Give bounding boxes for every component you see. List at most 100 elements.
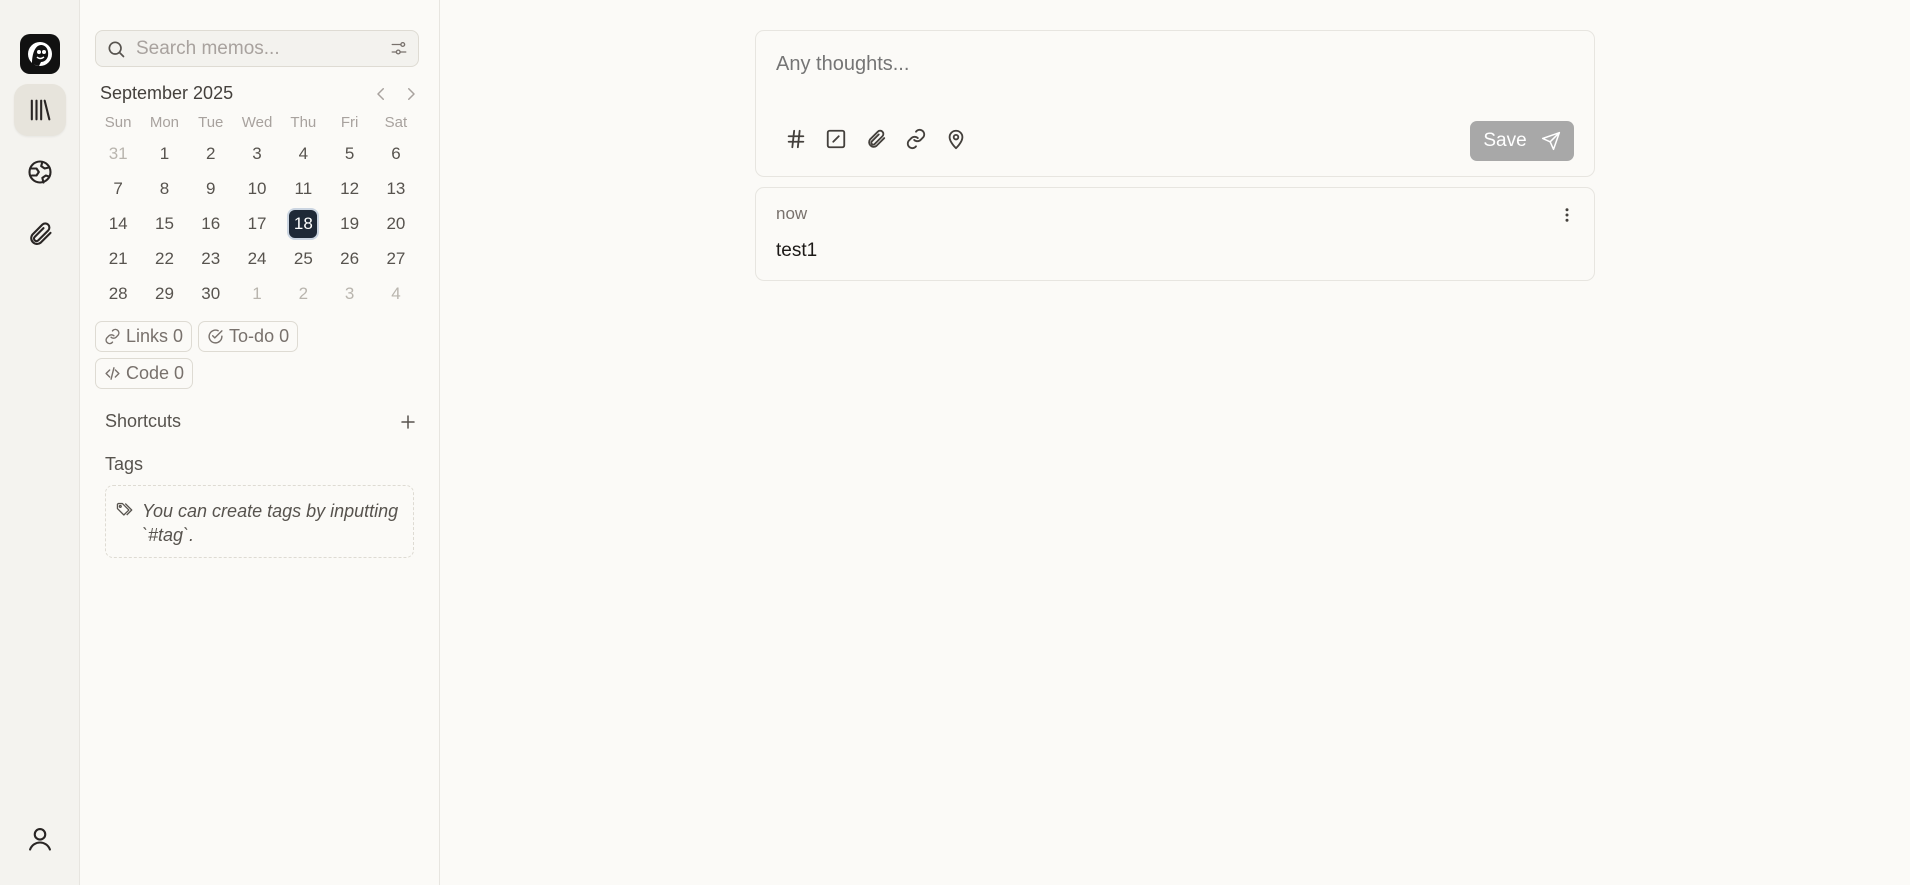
calendar-day[interactable]: 30 — [188, 276, 234, 311]
calendar-day[interactable]: 16 — [188, 206, 234, 241]
calendar-day[interactable]: 26 — [326, 241, 372, 276]
memo-timestamp: now — [776, 204, 808, 223]
link-icon — [906, 128, 926, 150]
calendar-day[interactable]: 15 — [141, 206, 187, 241]
calendar-nav — [372, 85, 420, 103]
calendar-day[interactable]: 13 — [373, 171, 419, 206]
calendar-day[interactable]: 12 — [326, 171, 372, 206]
calendar-day[interactable]: 5 — [326, 136, 372, 171]
memo-more-button[interactable] — [1558, 206, 1576, 224]
calendar-day[interactable]: 23 — [188, 241, 234, 276]
calendar-day[interactable]: 9 — [188, 171, 234, 206]
editor-toolbar — [784, 127, 968, 151]
calendar-day[interactable]: 4 — [373, 276, 419, 311]
weekday-label: Tue — [198, 113, 224, 131]
check-circle-icon — [208, 329, 223, 344]
location-button[interactable] — [944, 127, 968, 151]
memos-logo[interactable] — [19, 34, 60, 74]
logo-icon — [27, 42, 52, 66]
calendar-day[interactable]: 14 — [95, 206, 141, 241]
calendar-day-selected[interactable]: 18 — [280, 206, 326, 241]
weekday-label: Mon — [149, 113, 180, 131]
nav-home[interactable] — [13, 84, 66, 136]
search-icon — [108, 41, 125, 57]
rail-bottom — [0, 813, 80, 865]
globe-icon — [27, 160, 52, 184]
calendar-day[interactable]: 17 — [234, 206, 280, 241]
memo-content: test1 — [776, 240, 818, 261]
plus-icon — [401, 414, 415, 429]
user-menu-button[interactable] — [14, 813, 66, 865]
tags-icon — [116, 502, 133, 516]
selected-day-label: 18 — [289, 209, 318, 238]
calendar-day[interactable]: 10 — [234, 171, 280, 206]
checkbox-button[interactable] — [824, 127, 848, 151]
calendar-day[interactable]: 3 — [326, 276, 372, 311]
app-root: September 2025 Sun Mon Tue Wed Thu Fri S… — [0, 0, 1910, 885]
calendar-day[interactable]: 19 — [326, 206, 372, 241]
filter-settings-icon[interactable] — [390, 40, 408, 58]
memo-input[interactable] — [776, 53, 1476, 76]
save-button[interactable]: Save — [1470, 121, 1574, 161]
calendar-day[interactable]: 28 — [95, 276, 141, 311]
links-count: Links 0 — [126, 326, 184, 346]
calendar-day[interactable]: 25 — [280, 241, 326, 276]
paperclip-icon — [868, 129, 886, 148]
calendar-day[interactable]: 20 — [373, 206, 419, 241]
nav-resources[interactable] — [14, 208, 66, 260]
shortcuts-header: Shortcuts — [95, 411, 425, 432]
chevron-right-icon[interactable] — [402, 85, 420, 103]
weekday-label: Fri — [340, 113, 359, 131]
calendar-day[interactable]: 11 — [280, 171, 326, 206]
save-button-label: Save — [1483, 130, 1527, 151]
calendar-header: September 2025 — [95, 83, 425, 104]
calendar-day[interactable]: 1 — [234, 276, 280, 311]
shortcuts-title: Shortcuts — [105, 411, 182, 431]
tags-empty-hint: You can create tags by inputting `#tag`. — [105, 485, 414, 558]
square-slash-icon — [826, 129, 846, 149]
calendar-day[interactable]: 8 — [141, 171, 187, 206]
attach-button[interactable] — [864, 127, 888, 151]
paperclip-icon — [29, 222, 52, 245]
hash-icon — [787, 129, 805, 149]
search-input[interactable] — [136, 37, 390, 60]
tag-button[interactable] — [784, 127, 808, 151]
links-filter-chip[interactable]: Links 0 — [95, 321, 193, 352]
calendar-day[interactable]: 2 — [188, 136, 234, 171]
search-box[interactable] — [95, 30, 419, 67]
code-filter-chip[interactable]: Code 0 — [95, 358, 194, 389]
calendar-day[interactable]: 29 — [141, 276, 187, 311]
calendar-day[interactable]: 21 — [95, 241, 141, 276]
link-memo-button[interactable] — [904, 127, 928, 151]
memo-stats: Links 0 To-do 0 Code 0 — [95, 321, 355, 389]
tags-title: Tags — [105, 454, 144, 474]
calendar-day[interactable]: 3 — [234, 136, 280, 171]
calendar-day[interactable]: 4 — [280, 136, 326, 171]
calendar-day[interactable]: 31 — [95, 136, 141, 171]
calendar-day[interactable]: 1 — [141, 136, 187, 171]
code-count: Code 0 — [126, 363, 185, 383]
calendar-day[interactable]: 2 — [280, 276, 326, 311]
link-icon — [105, 328, 120, 345]
user-icon — [29, 828, 51, 851]
weekday-label: Wed — [241, 113, 273, 131]
calendar-day[interactable]: 7 — [95, 171, 141, 206]
calendar-day[interactable]: 6 — [373, 136, 419, 171]
tags-hint-text: You can create tags by inputting `#tag`. — [142, 501, 399, 545]
add-shortcut-button[interactable] — [399, 413, 417, 431]
chevron-left-icon[interactable] — [372, 85, 390, 103]
calendar-day[interactable]: 27 — [373, 241, 419, 276]
todo-filter-chip[interactable]: To-do 0 — [198, 321, 299, 352]
calendar-day[interactable]: 24 — [234, 241, 280, 276]
calendar-day[interactable]: 22 — [141, 241, 187, 276]
send-icon — [1541, 131, 1560, 151]
code-icon — [105, 367, 120, 380]
weekday-label: Thu — [290, 113, 317, 131]
weekday-label: Sat — [384, 113, 408, 131]
map-pin-icon — [948, 129, 964, 150]
library-icon — [30, 99, 50, 121]
nav-rail — [0, 0, 80, 885]
calendar-month-label: September 2025 — [100, 83, 234, 103]
main-content: Save now test1 — [440, 0, 1910, 885]
nav-explore[interactable] — [14, 146, 66, 198]
